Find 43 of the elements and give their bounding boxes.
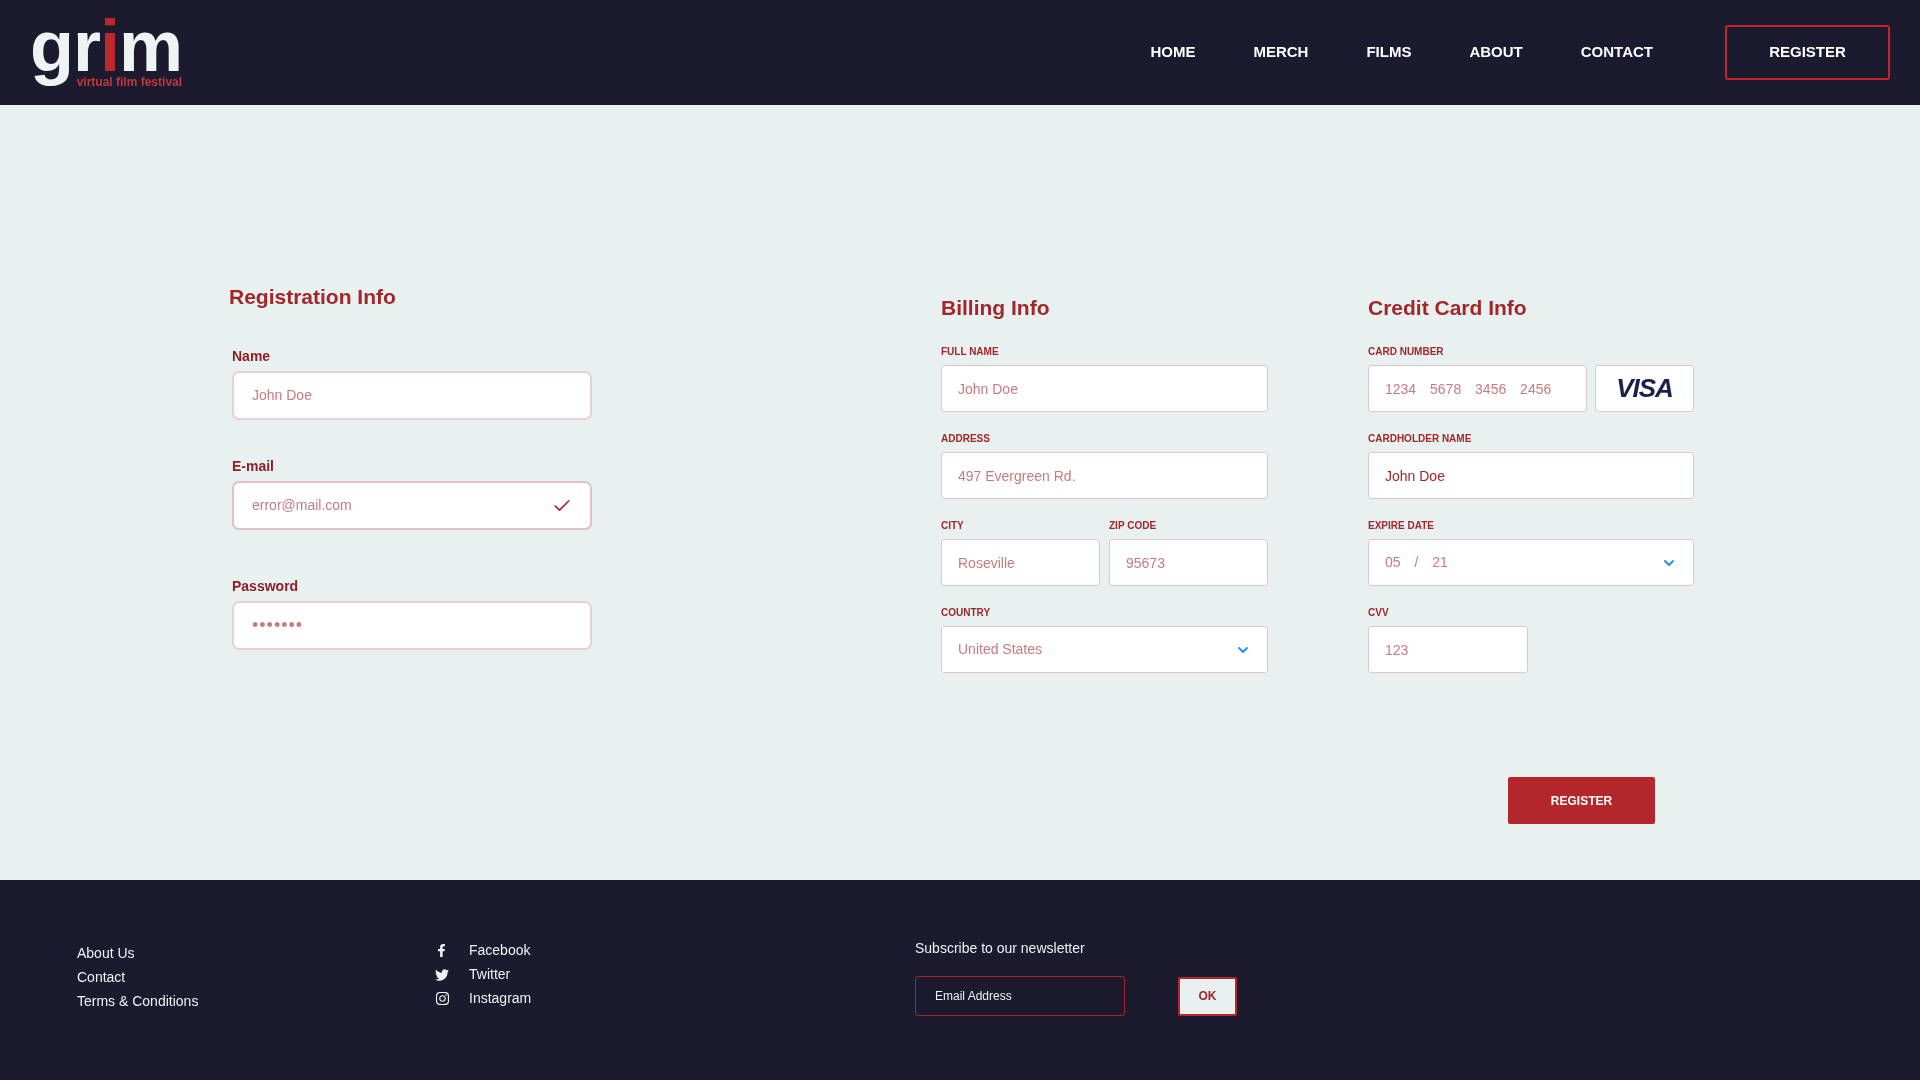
- input-field[interactable]: 1234 5678 3456 2456: [1368, 365, 1587, 412]
- social-link[interactable]: Instagram: [469, 990, 532, 1007]
- nav-link[interactable]: FILMS: [1366, 41, 1412, 64]
- nav-link[interactable]: ABOUT: [1469, 41, 1523, 64]
- social-link[interactable]: Twitter: [469, 966, 511, 983]
- field-label: CITY: [941, 520, 965, 532]
- instagram-icon[interactable]: [435, 991, 450, 1006]
- social-link[interactable]: Facebook: [469, 942, 531, 959]
- section-heading: Registration Info: [229, 284, 397, 310]
- field-label: FULL NAME: [941, 346, 1000, 358]
- input-field[interactable]: 95673: [1109, 539, 1268, 586]
- nav-link[interactable]: MERCH: [1253, 41, 1309, 64]
- field-label: Name: [232, 348, 272, 365]
- field-label: E-mail: [232, 458, 275, 475]
- section-heading: Billing Info: [941, 295, 1051, 321]
- field-label: ADDRESS: [941, 433, 991, 445]
- nav-link[interactable]: HOME: [1150, 41, 1196, 64]
- email-field[interactable]: Email Address: [915, 976, 1125, 1016]
- footer-link[interactable]: Contact: [77, 969, 377, 986]
- footer-link[interactable]: About Us: [77, 945, 377, 962]
- input-field[interactable]: 497 Evergreen Rd.: [941, 452, 1268, 499]
- input-field[interactable]: John Doe: [941, 365, 1268, 412]
- input-field[interactable]: 123: [1368, 626, 1528, 673]
- register-button[interactable]: REGISTER: [1725, 25, 1890, 80]
- section-heading: Credit Card Info: [1368, 295, 1528, 321]
- ok-button[interactable]: OK: [1178, 976, 1237, 1016]
- field-label: CVV: [1368, 607, 1390, 619]
- field-label: ZIP CODE: [1109, 520, 1158, 532]
- facebook-icon[interactable]: [435, 944, 448, 957]
- field-label: CARD NUMBER: [1368, 346, 1445, 358]
- logo[interactable]: grim virtual film festival: [30, 17, 183, 88]
- field-label: Password: [232, 578, 300, 595]
- field-label: COUNTRY: [941, 607, 992, 619]
- nav-link[interactable]: CONTACT: [1580, 41, 1653, 64]
- field-label: CARDHOLDER NAME: [1368, 433, 1473, 445]
- footer-link[interactable]: Terms & Conditions: [77, 993, 377, 1010]
- input-field[interactable]: John Doe: [1368, 452, 1694, 499]
- register-button[interactable]: REGISTER: [1508, 777, 1655, 824]
- card-brand-logo: VISA: [1595, 365, 1694, 412]
- twitter-icon[interactable]: [435, 967, 449, 982]
- newsletter-title: Subscribe to our newsletter: [915, 940, 1086, 957]
- input-field[interactable]: Roseville: [941, 539, 1100, 586]
- field-label: EXPIRE DATE: [1368, 520, 1435, 532]
